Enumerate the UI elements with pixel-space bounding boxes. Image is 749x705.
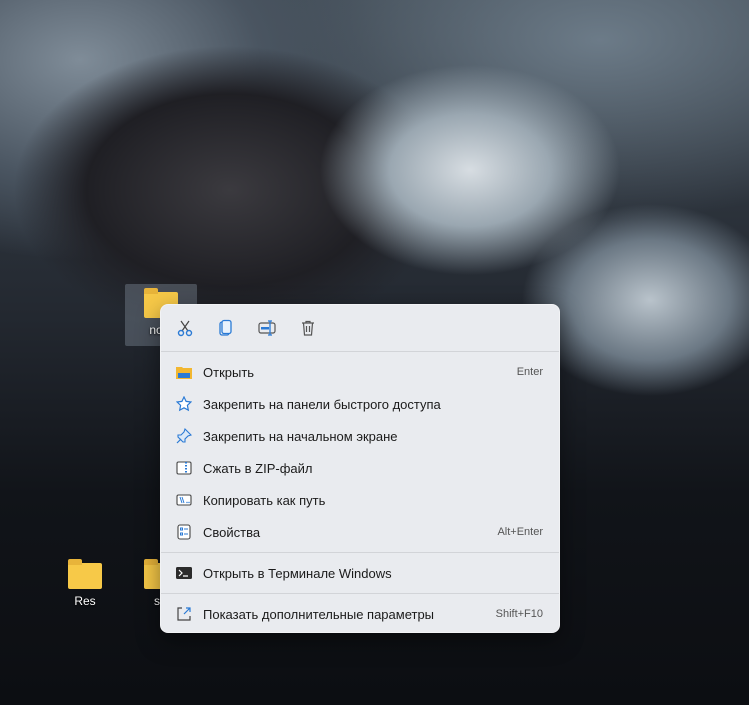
menu-item-shortcut: Shift+F10 xyxy=(495,608,543,620)
menu-item-label: Показать дополнительные параметры xyxy=(203,606,435,622)
folder-icon xyxy=(68,559,102,589)
menu-item-zip[interactable]: Сжать в ZIP-файл xyxy=(161,452,559,484)
star-icon xyxy=(175,395,193,413)
menu-item-label: Открыть xyxy=(203,364,255,380)
folder-open-icon xyxy=(175,363,193,381)
delete-button[interactable] xyxy=(297,317,319,339)
zip-icon xyxy=(175,459,193,477)
menu-separator xyxy=(161,593,559,594)
copy-path-icon xyxy=(175,491,193,509)
menu-item-copy-path[interactable]: Копировать как путь xyxy=(161,484,559,516)
menu-item-label: Закрепить на начальном экране xyxy=(203,428,398,444)
more-options-icon xyxy=(175,605,193,623)
rename-icon xyxy=(258,320,276,336)
menu-item-show-more-options[interactable]: Показать дополнительные параметры Shift+… xyxy=(161,598,559,630)
pin-icon xyxy=(175,427,193,445)
menu-item-label: Свойства xyxy=(203,524,261,540)
menu-item-open-terminal[interactable]: Открыть в Терминале Windows xyxy=(161,557,559,589)
menu-item-open[interactable]: Открыть Enter xyxy=(161,356,559,388)
properties-icon xyxy=(175,523,193,541)
copy-button[interactable] xyxy=(215,317,237,339)
terminal-icon xyxy=(175,564,193,582)
context-menu-toolbar xyxy=(161,305,559,352)
copy-icon xyxy=(219,319,232,336)
menu-item-pin-quick-access[interactable]: Закрепить на панели быстрого доступа xyxy=(161,388,559,420)
folder-label: Res xyxy=(74,594,96,608)
cut-icon xyxy=(177,320,193,337)
delete-icon xyxy=(302,320,314,336)
desktop-folder-s[interactable]: s xyxy=(126,555,160,617)
menu-item-pin-start[interactable]: Закрепить на начальном экране xyxy=(161,420,559,452)
menu-separator xyxy=(161,552,559,553)
menu-item-label: Копировать как путь xyxy=(203,492,326,508)
rename-button[interactable] xyxy=(256,317,278,339)
menu-item-properties[interactable]: Свойства Alt+Enter xyxy=(161,516,559,548)
menu-item-label: Сжать в ZIP-файл xyxy=(203,460,313,476)
folder-icon xyxy=(144,559,160,589)
context-menu: Открыть Enter Закрепить на панели быстро… xyxy=(160,304,560,633)
menu-item-shortcut: Enter xyxy=(516,366,543,378)
menu-item-label: Закрепить на панели быстрого доступа xyxy=(203,396,441,412)
menu-item-label: Открыть в Терминале Windows xyxy=(203,565,392,581)
menu-item-shortcut: Alt+Enter xyxy=(497,526,543,538)
cut-button[interactable] xyxy=(174,317,196,339)
desktop-folder-res[interactable]: Res xyxy=(49,555,121,617)
